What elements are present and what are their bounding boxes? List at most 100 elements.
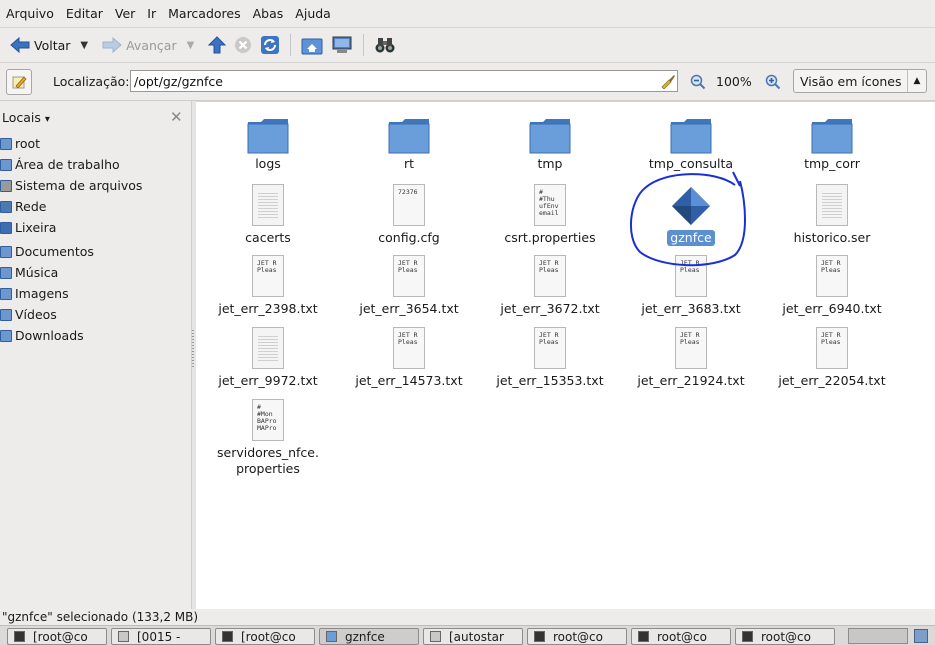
menu-abas[interactable]: Abas	[247, 6, 290, 21]
menu-ajuda[interactable]: Ajuda	[289, 6, 337, 21]
zoom-in-icon[interactable]	[765, 74, 781, 93]
location-edit-toggle[interactable]	[6, 69, 32, 95]
zoom-out-icon[interactable]	[690, 74, 706, 93]
text-file-icon: # #Thu ufEnv email	[534, 184, 566, 226]
taskbar-button[interactable]: [0015 -	[111, 628, 211, 645]
toolbar: Voltar ▼ Avançar ▼	[0, 28, 935, 63]
file-item[interactable]: JET R Pleas jet_err_2398.txt	[198, 245, 338, 316]
music-folder-icon	[0, 266, 12, 279]
stop-icon	[235, 37, 252, 53]
file-item[interactable]: 72376 config.cfg	[339, 174, 479, 245]
taskbar-button[interactable]: root@co	[527, 628, 627, 645]
view-mode-select[interactable]: Visão em ícones ▲	[793, 69, 927, 93]
reload-icon	[261, 36, 280, 54]
file-item[interactable]: JET R Pleas jet_err_15353.txt	[480, 317, 620, 388]
text-file-icon: JET R Pleas	[393, 255, 425, 297]
file-name: jet_err_15353.txt	[496, 373, 604, 388]
desktop-folder-icon	[0, 158, 12, 171]
taskbar-button[interactable]: root@co	[631, 628, 731, 645]
up-button[interactable]	[204, 31, 230, 59]
taskbar-button[interactable]: [autostar	[423, 628, 523, 645]
forward-history-chevron-icon[interactable]: ▼	[187, 40, 195, 51]
terminal-icon	[742, 631, 753, 642]
taskbar: [root@co [0015 - [root@co gznfce [autostar ro…	[0, 625, 935, 645]
file-item[interactable]: tmp	[480, 102, 620, 172]
computer-button[interactable]	[327, 31, 357, 59]
file-icon-view[interactable]: logs rt tmp tmp_consulta tmp_corrcacerts 7237…	[196, 101, 935, 610]
forward-label: Avançar	[126, 37, 177, 53]
file-item[interactable]: JET R Pleas jet_err_3654.txt	[339, 245, 479, 316]
terminal-icon	[534, 631, 545, 642]
sidebar-item-label: Área de trabalho	[15, 157, 120, 172]
menu-ver[interactable]: Ver	[109, 6, 141, 21]
sidebar-item-área-de-trabalho[interactable]: Área de trabalho	[0, 154, 190, 175]
videos-folder-icon	[0, 308, 12, 321]
file-item[interactable]: # #Mon BAPro MAPro servidores_nfce. prope…	[198, 389, 338, 476]
file-name: servidores_nfce. properties	[217, 445, 319, 476]
file-item[interactable]: logs	[198, 102, 338, 172]
file-item[interactable]: JET R Pleas jet_err_3672.txt	[480, 245, 620, 316]
menu-arquivo[interactable]: Arquivo	[0, 6, 60, 21]
view-mode-value: Visão em ícones	[800, 73, 902, 89]
close-sidebar-icon[interactable]: ✕	[170, 108, 183, 126]
drive-icon	[0, 179, 12, 192]
file-item[interactable]: JET R Pleas jet_err_6940.txt	[762, 245, 902, 316]
file-name: tmp_corr	[804, 156, 860, 171]
file-item[interactable]: # #Thu ufEnv email csrt.properties	[480, 174, 620, 245]
places-dropdown[interactable]: Locais ▾	[2, 110, 50, 125]
search-button[interactable]	[370, 31, 400, 59]
folder-window-icon	[326, 631, 337, 642]
back-history-chevron-icon[interactable]: ▼	[80, 40, 88, 51]
taskbar-button[interactable]: gznfce	[319, 628, 419, 645]
file-item[interactable]: gznfce	[621, 174, 761, 246]
trash-applet-icon[interactable]	[914, 629, 928, 643]
location-label: Localização:	[53, 74, 130, 89]
taskbar-label: root@co	[761, 629, 811, 644]
text-file-icon: JET R Pleas	[534, 327, 566, 369]
taskbar-button[interactable]: [root@co	[7, 628, 107, 645]
file-item[interactable]: historico.ser	[762, 174, 902, 245]
file-item[interactable]: rt	[339, 102, 479, 172]
file-item[interactable]: JET R Pleas jet_err_14573.txt	[339, 317, 479, 388]
text-file-icon: JET R Pleas	[675, 327, 707, 369]
sidebar-item-imagens[interactable]: Imagens	[0, 283, 190, 304]
taskbar-button[interactable]: [root@co	[215, 628, 315, 645]
location-input[interactable]	[130, 70, 678, 92]
stop-button[interactable]	[230, 31, 256, 59]
sidebar-item-lixeira[interactable]: Lixeira	[0, 217, 190, 238]
taskbar-button[interactable]: root@co	[735, 628, 835, 645]
forward-button[interactable]: Avançar	[98, 31, 180, 59]
sidebar-item-música[interactable]: Música	[0, 262, 190, 283]
editor-icon	[430, 631, 441, 642]
file-item[interactable]: tmp_corr	[762, 102, 902, 172]
taskbar-label: [root@co	[241, 629, 296, 644]
zoom-level[interactable]: 100%	[716, 74, 752, 89]
file-item[interactable]: jet_err_9972.txt	[198, 317, 338, 388]
reload-button[interactable]	[256, 31, 284, 59]
clear-location-icon[interactable]	[660, 73, 676, 92]
sidebar-item-root[interactable]: root	[0, 133, 190, 154]
sidebar-item-documentos[interactable]: Documentos	[0, 241, 190, 262]
sidebar-item-vídeos[interactable]: Vídeos	[0, 304, 190, 325]
documents-folder-icon	[0, 245, 12, 258]
pencil-icon	[12, 76, 27, 89]
computer-icon	[332, 36, 352, 53]
file-item[interactable]: tmp_consulta	[621, 102, 761, 172]
sidebar-item-downloads[interactable]: Downloads	[0, 325, 190, 346]
menu-editar[interactable]: Editar	[60, 6, 109, 21]
file-item[interactable]: cacerts	[198, 174, 338, 245]
splitter-grip[interactable]	[192, 330, 194, 368]
file-item[interactable]: JET R Pleas jet_err_22054.txt	[762, 317, 902, 388]
chevron-down-icon: ▾	[44, 114, 50, 125]
file-item[interactable]: JET R Pleas jet_err_21924.txt	[621, 317, 761, 388]
back-button[interactable]: Voltar	[6, 31, 74, 59]
menu-ir[interactable]: Ir	[141, 6, 162, 21]
sidebar-item-rede[interactable]: Rede	[0, 196, 190, 217]
document-icon	[252, 184, 284, 226]
sidebar-item-sistema-de-arquivos[interactable]: Sistema de arquivos	[0, 175, 190, 196]
workspace-switcher[interactable]	[848, 628, 908, 644]
home-button[interactable]	[297, 31, 327, 59]
menu-marcadores[interactable]: Marcadores	[162, 6, 247, 21]
file-item[interactable]: JET R Pleas jet_err_3683.txt	[621, 245, 761, 316]
sidebar-item-label: Documentos	[15, 244, 94, 259]
